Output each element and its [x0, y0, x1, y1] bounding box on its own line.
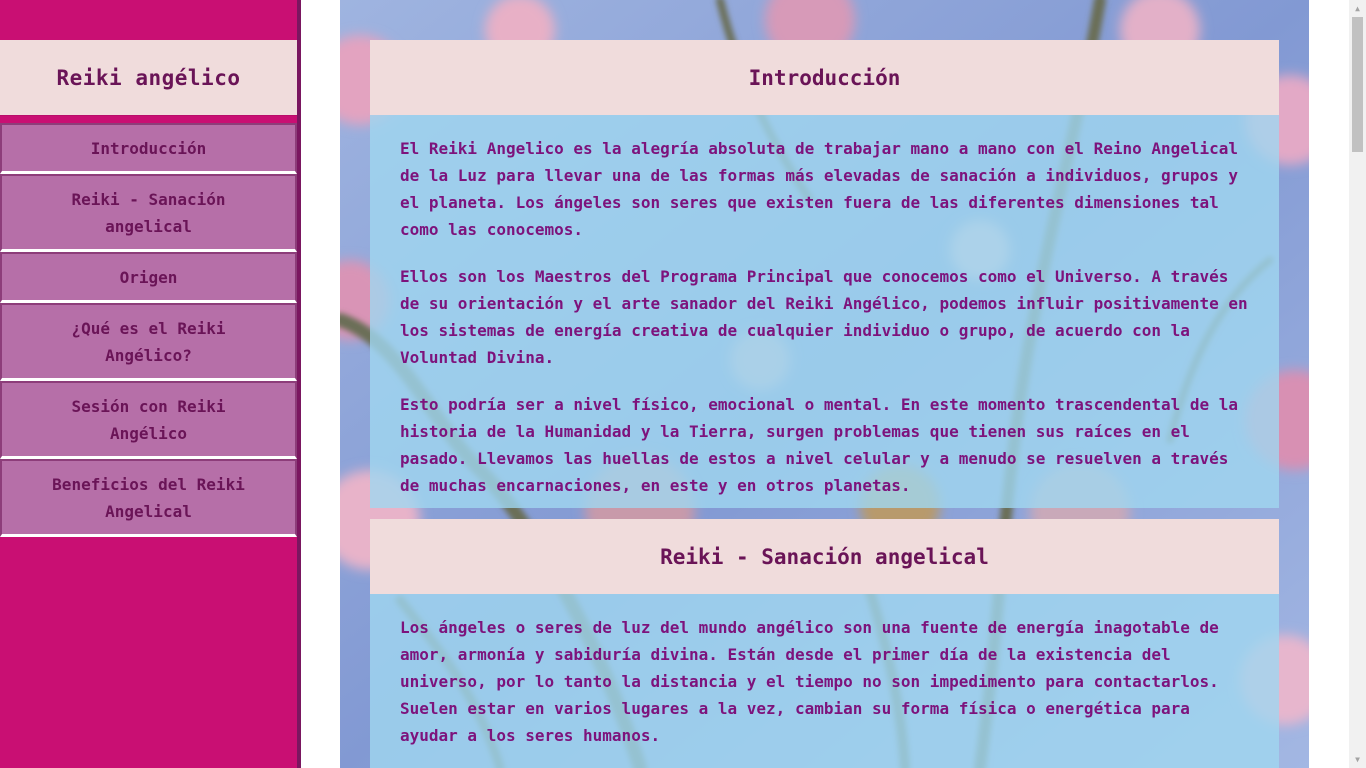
nav-item-origen[interactable]: Origen — [0, 252, 297, 303]
scroll-down-arrow-icon[interactable]: ▼ — [1349, 751, 1366, 768]
vertical-scrollbar[interactable]: ▲ ▼ — [1349, 0, 1366, 768]
site-title: Reiki angélico — [0, 40, 297, 115]
nav-item-que-es-reiki-angelico[interactable]: ¿Qué es el Reiki Angélico? — [0, 303, 297, 381]
scroll-up-arrow-icon[interactable]: ▲ — [1349, 0, 1366, 17]
section-sanacion-angelical: Reiki - Sanación angelical Los ángeles o… — [370, 519, 1279, 768]
paragraph: Ellos son los Maestros del Programa Prin… — [400, 267, 1248, 367]
paragraph: El Reiki Angelico es la alegría absoluta… — [400, 139, 1239, 239]
paragraph: Esto podría ser a nivel físico, emociona… — [400, 395, 1239, 495]
nav-item-sesion-reiki-angelico[interactable]: Sesión con Reiki Angélico — [0, 381, 297, 459]
section-body: Los ángeles o seres de luz del mundo ang… — [370, 594, 1279, 768]
scrollbar-thumb[interactable] — [1352, 17, 1363, 152]
paragraph: Los ángeles o seres de luz del mundo ang… — [400, 618, 1219, 745]
sidebar-nav: Introducción Reiki - Sanación angelical … — [0, 123, 297, 537]
nav-item-beneficios-reiki-angelical[interactable]: Beneficios del Reiki Angelical — [0, 459, 297, 537]
section-title: Introducción — [370, 40, 1279, 115]
sidebar: Reiki angélico Introducción Reiki - Sana… — [0, 0, 301, 768]
nav-item-introduccion[interactable]: Introducción — [0, 123, 297, 174]
section-introduccion: Introducción El Reiki Angelico es la ale… — [370, 40, 1279, 508]
nav-item-sanacion-angelical[interactable]: Reiki - Sanación angelical — [0, 174, 297, 252]
section-title: Reiki - Sanación angelical — [370, 519, 1279, 594]
section-body: El Reiki Angelico es la alegría absoluta… — [370, 115, 1279, 508]
